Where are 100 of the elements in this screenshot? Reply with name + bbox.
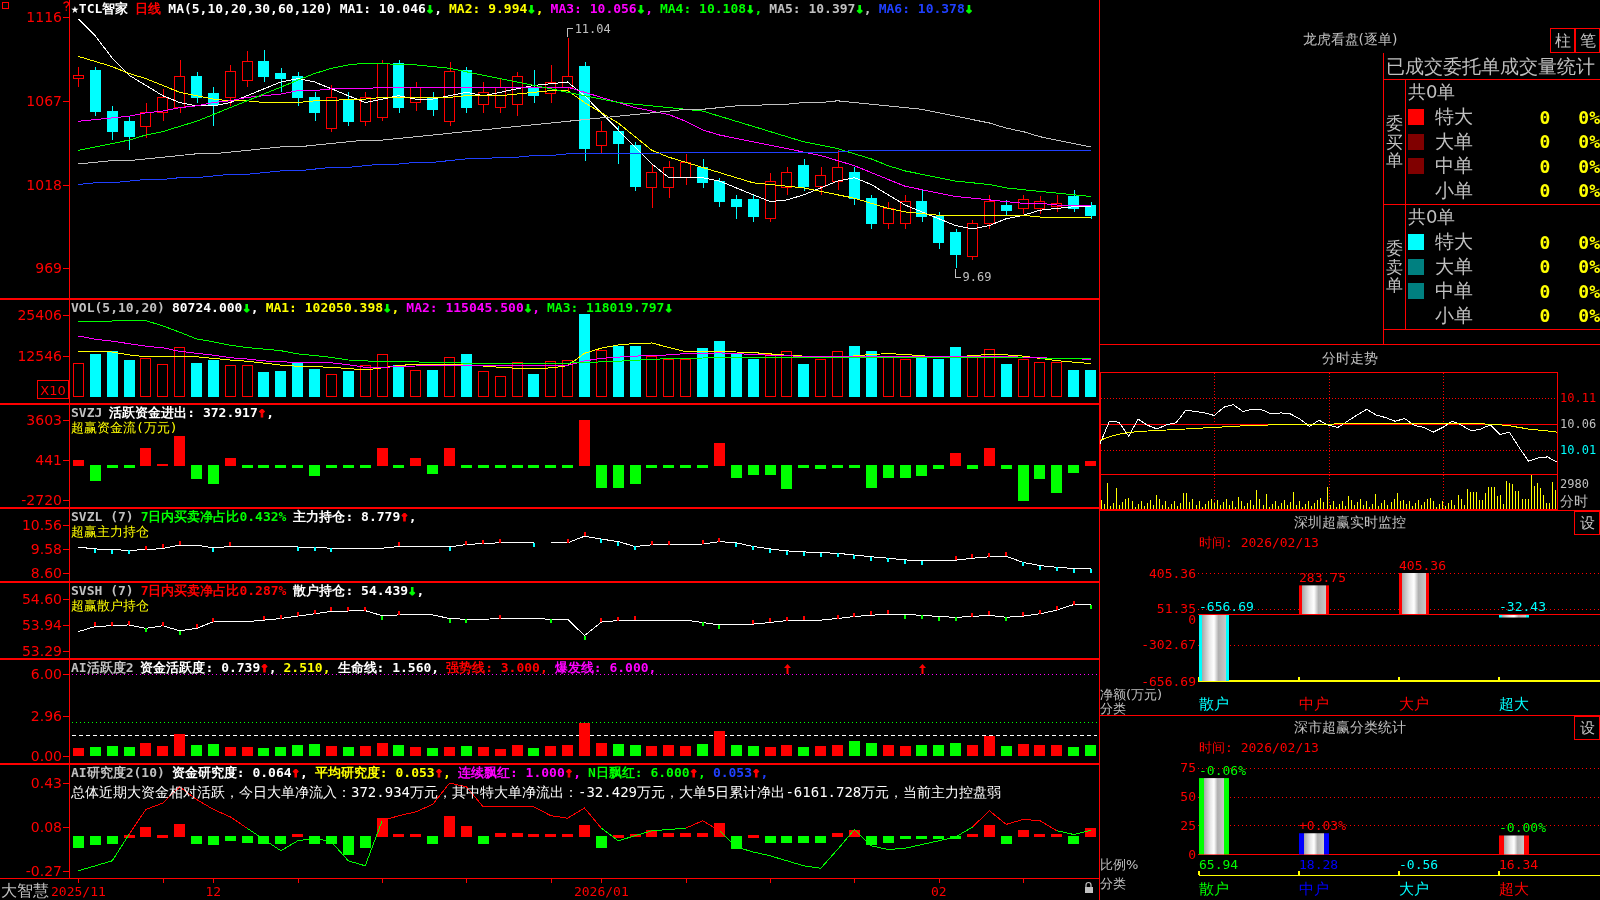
legend-item: MA(5,10,20,30,60,120)	[168, 1, 333, 16]
legend-item: 0.053	[712, 765, 752, 780]
order-count: 0	[1538, 231, 1552, 253]
order-share: 0%	[1577, 256, 1600, 277]
axis-label: 0.00	[30, 747, 62, 764]
trend-arrow: ↓	[527, 0, 536, 16]
category-label: 中户	[1299, 695, 1329, 713]
separator: ,	[863, 1, 872, 16]
candlestick	[866, 194, 877, 230]
axis-label: 75	[1180, 760, 1196, 776]
candlestick	[73, 66, 84, 88]
axis-label: 1116	[26, 9, 62, 26]
candlestick	[697, 158, 708, 189]
order-share: 0%	[1577, 180, 1600, 201]
axis-title: 分类	[1100, 875, 1126, 891]
order-share: 0%	[1577, 106, 1600, 128]
candlestick	[798, 158, 809, 192]
category-label: 散户	[1199, 695, 1229, 713]
settings-button[interactable]: 设	[1574, 716, 1600, 740]
change-label: -0.06%	[1199, 762, 1246, 778]
order-size-label: 小单	[1435, 177, 1474, 203]
trend-arrow: ↑	[257, 404, 267, 420]
order-total: 共0单	[1408, 81, 1456, 102]
candlestick	[242, 50, 253, 88]
legend-item: 连续飘红: 1.000	[457, 765, 565, 780]
separator: ,	[760, 765, 769, 780]
unit-label: X10	[37, 380, 69, 399]
separator: ,	[434, 1, 443, 16]
legend-item: MA6: 10.378	[878, 1, 965, 16]
axis-label: 6.00	[30, 666, 62, 683]
order-count: 0	[1538, 106, 1552, 128]
order-share: 0%	[1577, 131, 1600, 152]
indicator-name: AI研究度2(10)	[71, 765, 165, 780]
separator: ,	[391, 300, 400, 315]
axis-label: -302.67	[1141, 637, 1196, 653]
order-count: 0	[1538, 280, 1552, 302]
side-label: 委买单	[1386, 113, 1403, 171]
indicator-title: 超赢资金流(万元)	[71, 420, 178, 435]
value-label: -656.69	[1199, 598, 1254, 614]
order-share: 0%	[1577, 231, 1600, 253]
candlestick	[916, 189, 927, 223]
settings-button[interactable]: 设	[1574, 511, 1600, 535]
candlestick	[140, 102, 151, 139]
change-label: -0.00%	[1499, 820, 1546, 835]
table-title: 已成交委托单成交量统计	[1386, 55, 1595, 77]
separator: ,	[645, 1, 653, 16]
legend-item: MA1: 10.046	[339, 1, 426, 16]
candlestick	[1051, 194, 1062, 213]
trend-arrow: ↓	[746, 0, 755, 16]
legend-item: MA2: 9.994	[449, 1, 528, 16]
axis-label: 0	[1188, 846, 1196, 862]
price-annotation: 9.69	[962, 270, 992, 285]
square-icon	[2, 2, 9, 9]
category-label: 超大	[1499, 695, 1529, 713]
order-count: 0	[1538, 256, 1552, 277]
section-title: 深市超赢分类统计	[1294, 719, 1406, 737]
legend-item: 生命线: 1.560	[337, 660, 432, 675]
candlestick	[663, 160, 674, 199]
view-toggle-button[interactable]: 柱	[1550, 27, 1575, 53]
trend-arrow: ↓	[408, 582, 417, 598]
candlestick	[984, 194, 995, 230]
timestamp: 时间: 2026/02/13	[1199, 535, 1319, 550]
candlestick	[393, 59, 404, 114]
candlestick	[562, 37, 573, 93]
candlestick	[208, 86, 219, 127]
order-count: 0	[1538, 155, 1552, 177]
order-size-label: 中单	[1435, 278, 1474, 303]
candlestick	[933, 211, 944, 250]
candlestick	[410, 81, 421, 112]
axis-title: 净额(万元)	[1100, 686, 1163, 702]
separator: ,	[250, 300, 259, 315]
order-share: 0%	[1577, 155, 1600, 177]
value-label: 65.94	[1199, 856, 1239, 872]
candlestick	[326, 84, 337, 133]
candlestick	[545, 64, 556, 103]
candlestick	[478, 81, 489, 114]
separator: ,	[535, 1, 544, 16]
candlestick	[832, 149, 843, 191]
order-size-label: 小单	[1435, 302, 1474, 328]
axis-label: 53.29	[21, 642, 62, 659]
candlestick	[258, 49, 269, 83]
candlestick	[1085, 201, 1096, 220]
candlestick	[883, 201, 894, 230]
axis-title: 分类	[1100, 700, 1126, 715]
view-toggle-button[interactable]: 笔	[1575, 27, 1600, 53]
axis-label: 50	[1180, 789, 1196, 805]
value-label: -0.56	[1399, 856, 1439, 872]
legend-item: 主力持仓: 8.779	[293, 509, 401, 524]
trend-arrow: ↑	[260, 659, 269, 675]
axis-label: 12546	[17, 348, 62, 364]
date-label: 2025/11	[51, 883, 106, 899]
value-label: 16.34	[1499, 856, 1539, 872]
panel-title: 龙虎看盘(逐单)	[1302, 31, 1398, 49]
separator: ,	[532, 300, 540, 315]
axis-label: 2980	[1560, 477, 1589, 491]
legend-item: N日飘红: 6.000	[588, 765, 690, 780]
category-label: 大户	[1399, 880, 1429, 898]
candlestick	[849, 166, 860, 206]
date-label: 2026/01	[573, 883, 629, 899]
axis-label: 0.43	[30, 775, 62, 792]
